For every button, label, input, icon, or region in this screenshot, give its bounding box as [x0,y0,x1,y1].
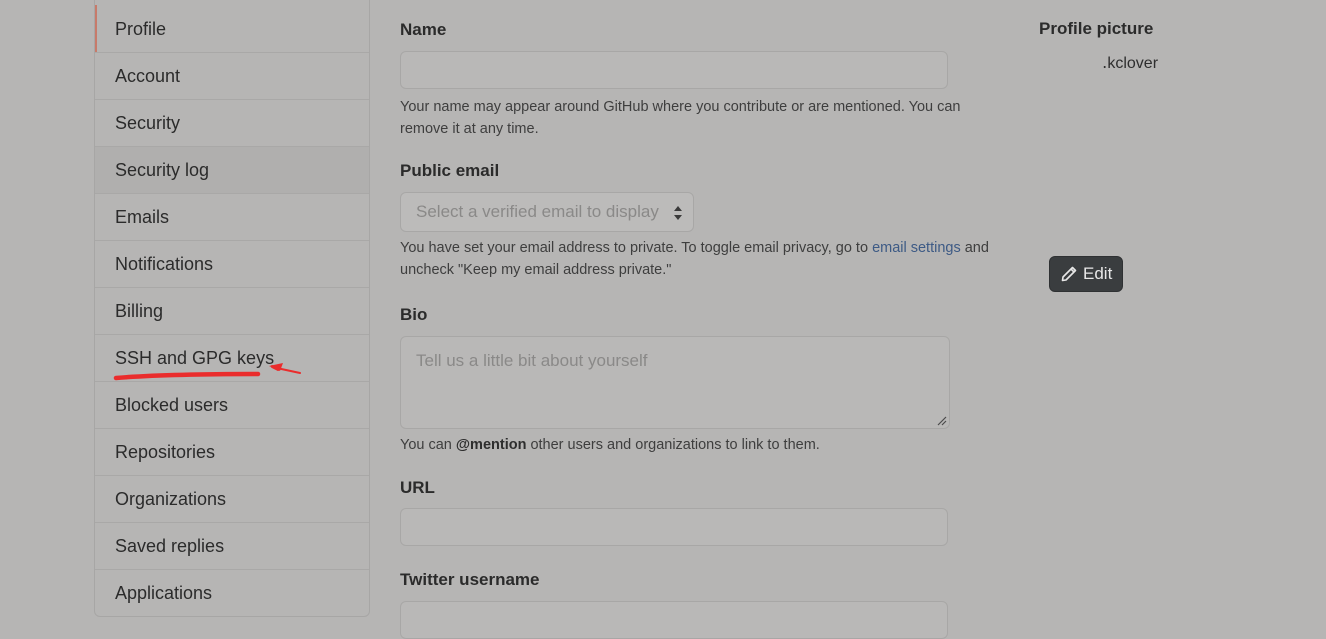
sidebar-item-repositories[interactable]: Repositories [95,428,369,475]
sidebar-item-label: Repositories [115,441,216,462]
pencil-icon [1061,266,1077,282]
sidebar-item-label: Applications [115,582,213,603]
bio-note-text-2: other users and organizations to link to… [526,437,820,453]
sidebar-item-organizations[interactable]: Organizations [95,475,369,522]
profile-picture-title: Profile picture [1039,19,1154,38]
sidebar-item-label: Security log [115,159,210,180]
email-settings-link[interactable]: email settings [872,240,961,256]
public-email-note-text: You have set your email address to priva… [400,240,873,256]
sidebar-item-label: Organizations [115,488,227,509]
sidebar-item-blocked-users[interactable]: Blocked users [95,381,369,428]
sidebar-item-security[interactable]: Security [95,99,369,146]
edit-avatar-button[interactable]: Edit [1049,256,1123,292]
mention-keyword: @mention [455,437,527,453]
sidebar-item-emails[interactable]: Emails [95,193,369,240]
public-email-note: You have set your email address to priva… [400,237,990,281]
sidebar-item-label: Saved replies [115,535,225,556]
twitter-input[interactable] [400,601,948,639]
name-input[interactable] [400,51,948,89]
url-label: URL [400,478,435,497]
public-email-selected: Select a verified email to display [416,202,659,221]
sidebar-item-label: SSH and GPG keys [115,347,275,368]
url-input[interactable] [400,508,948,546]
edit-button-label: Edit [1083,264,1113,283]
sidebar-item-label: Security [115,112,181,133]
name-label: Name [400,20,447,39]
public-email-select[interactable]: Select a verified email to display [400,192,694,232]
bio-note: You can @mention other users and organiz… [400,434,990,456]
sidebar-item-label: Account [115,65,181,86]
avatar-alt-text: ․kclover [1102,55,1159,72]
bio-placeholder: Tell us a little bit about yourself [416,351,648,370]
sidebar-item-profile[interactable]: Profile [95,0,369,52]
resize-grip-icon[interactable] [937,416,947,426]
sidebar-item-applications[interactable]: Applications [95,569,369,616]
sidebar-item-security-log[interactable]: Security log [95,146,369,193]
sidebar-item-notifications[interactable]: Notifications [95,240,369,287]
sidebar-item-billing[interactable]: Billing [95,287,369,334]
sidebar-item-label: Notifications [115,253,214,274]
name-note: Your name may appear around GitHub where… [400,99,961,137]
sidebar-item-label: Emails [115,206,170,227]
public-email-label: Public email [400,161,500,180]
bio-label: Bio [400,305,428,324]
sidebar-item-saved-replies[interactable]: Saved replies [95,522,369,569]
bio-textarea[interactable]: Tell us a little bit about yourself [400,336,950,429]
bio-note-text: You can [400,437,456,453]
sidebar-item-label: Billing [115,300,164,321]
settings-sidebar: Profile Account Security Security log Em… [94,0,370,617]
sidebar-item-label: Profile [115,19,167,39]
sidebar-item-account[interactable]: Account [95,52,369,99]
select-arrows-icon [674,206,682,220]
twitter-label: Twitter username [400,570,540,589]
sidebar-item-label: Blocked users [115,394,229,415]
sidebar-item-ssh-gpg-keys[interactable]: SSH and GPG keys [95,334,369,381]
